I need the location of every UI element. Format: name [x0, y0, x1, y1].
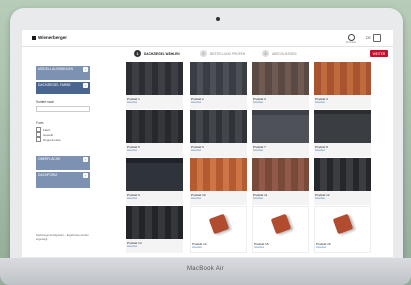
- product-image[interactable]: [253, 207, 310, 240]
- step-number: 3: [262, 50, 269, 57]
- filter-surface[interactable]: OBERFLÄCHE +: [36, 156, 90, 170]
- product-link[interactable]: Ansehen: [253, 101, 263, 104]
- logo[interactable]: Wienerberger: [32, 35, 67, 40]
- product-image[interactable]: [190, 158, 247, 191]
- product-link[interactable]: Ansehen: [316, 246, 326, 249]
- filter-sidebar: MODELL AUSWÄHLEN + DACHZIEGEL FARBE + So…: [36, 66, 94, 256]
- tile-image: [332, 213, 354, 235]
- product-link[interactable]: Ansehen: [127, 245, 137, 248]
- filter-model[interactable]: MODELL AUSWÄHLEN +: [36, 66, 90, 80]
- filter-color[interactable]: DACHZIEGEL FARBE +: [36, 82, 90, 94]
- step-review-order[interactable]: 2 BESTELLUNG PRÜFEN: [200, 49, 245, 58]
- product-card[interactable]: Produkt 11 Ansehen: [252, 158, 309, 205]
- product-link[interactable]: Ansehen: [127, 197, 137, 200]
- sort-select[interactable]: [36, 106, 90, 112]
- tile-image: [208, 213, 230, 235]
- step-label: BESTELLUNG PRÜFEN: [210, 51, 246, 56]
- product-image[interactable]: [190, 110, 247, 143]
- product-card[interactable]: Produkt 12 Ansehen: [314, 158, 371, 205]
- checkbox-icon: [36, 137, 41, 142]
- shape-label: Form: [36, 121, 44, 125]
- product-image[interactable]: [190, 62, 247, 95]
- sort-label: Sortiert nach: [36, 100, 55, 104]
- filter-label: MODELL AUSWÄHLEN: [38, 67, 74, 71]
- language-switch[interactable]: DE: [366, 36, 371, 40]
- checkbox-label: Flach: [43, 127, 51, 132]
- laptop-brand: MacBook Air: [187, 266, 224, 272]
- plus-icon: +: [83, 83, 88, 88]
- product-card[interactable]: Produkt 9 Ansehen: [126, 158, 183, 205]
- product-link[interactable]: Ansehen: [192, 246, 202, 249]
- product-image[interactable]: [252, 110, 309, 143]
- logo-text: Wienerberger: [38, 35, 67, 40]
- product-card[interactable]: Produkt 2 Ansehen: [190, 62, 247, 109]
- product-card[interactable]: Produkt 1 Ansehen: [126, 62, 183, 109]
- product-image[interactable]: [126, 206, 183, 239]
- product-image[interactable]: [314, 62, 371, 95]
- product-image[interactable]: [126, 110, 183, 143]
- filter-label: DACHFORM: [38, 173, 58, 177]
- plus-icon: +: [83, 157, 88, 162]
- product-image[interactable]: [126, 62, 183, 95]
- shape-checkbox[interactable]: Doppelmulde: [36, 137, 61, 142]
- product-card[interactable]: Produkt 8 Ansehen: [314, 110, 371, 157]
- account-label: Ihr Konto: [345, 41, 357, 44]
- logo-icon: [32, 35, 36, 40]
- filter-roof-shape[interactable]: DACHFORM +: [36, 172, 90, 188]
- product-link[interactable]: Ansehen: [253, 197, 263, 200]
- cart-icon[interactable]: [373, 34, 381, 42]
- product-link[interactable]: Ansehen: [315, 149, 325, 152]
- product-card[interactable]: Produkt 3 Ansehen: [252, 62, 309, 109]
- camera-icon: [216, 17, 220, 21]
- product-link[interactable]: Ansehen: [127, 101, 137, 104]
- browser-screen: Wienerberger Ihr Konto DE 1 DACHZIEGEL W…: [22, 30, 393, 257]
- product-card[interactable]: Produkt 16 Ansehen: [314, 206, 371, 253]
- product-card[interactable]: Produkt 7 Ansehen: [252, 110, 309, 157]
- step-number: 2: [200, 50, 207, 57]
- step-finish[interactable]: 3 ABSCHLIESSEN: [262, 49, 296, 58]
- product-image[interactable]: [314, 110, 371, 143]
- product-link[interactable]: Ansehen: [315, 197, 325, 200]
- product-image[interactable]: [126, 158, 183, 191]
- product-link[interactable]: Ansehen: [127, 149, 137, 152]
- product-link[interactable]: Ansehen: [191, 149, 201, 152]
- next-button[interactable]: WEITER: [370, 50, 388, 57]
- product-card[interactable]: Produkt 13 Ansehen: [126, 206, 183, 253]
- account-button[interactable]: Ihr Konto: [344, 34, 358, 44]
- product-card[interactable]: Produkt 5 Ansehen: [126, 110, 183, 157]
- filter-label: OBERFLÄCHE: [38, 157, 61, 161]
- plus-icon: +: [83, 67, 88, 72]
- user-icon: [347, 34, 355, 41]
- sidebar-note: Dachziegel-Konfigurator – Ergebnisse wer…: [36, 234, 89, 241]
- product-card[interactable]: Produkt 4 Ansehen: [314, 62, 371, 109]
- step-label: DACHZIEGEL WÄHLEN: [144, 51, 180, 56]
- step-label: ABSCHLIESSEN: [272, 51, 297, 56]
- plus-icon: +: [83, 173, 88, 178]
- step-number: 1: [134, 50, 141, 57]
- checkbox-label: Gewellt: [43, 132, 54, 137]
- product-card[interactable]: Produkt 15 Ansehen: [252, 206, 309, 253]
- product-card[interactable]: Produkt 6 Ansehen: [190, 110, 247, 157]
- tile-image: [270, 213, 292, 235]
- product-link[interactable]: Ansehen: [254, 246, 264, 249]
- product-link[interactable]: Ansehen: [191, 197, 201, 200]
- product-card[interactable]: Produkt 14 Ansehen: [190, 206, 247, 253]
- step-select-tiles[interactable]: 1 DACHZIEGEL WÄHLEN: [134, 49, 180, 58]
- product-link[interactable]: Ansehen: [315, 101, 325, 104]
- checkbox-label: Doppelmulde: [43, 137, 61, 142]
- product-link[interactable]: Ansehen: [191, 101, 201, 104]
- product-image[interactable]: [315, 207, 372, 240]
- product-image[interactable]: [191, 207, 248, 240]
- product-link[interactable]: Ansehen: [253, 149, 263, 152]
- product-image[interactable]: [314, 158, 371, 191]
- app-header: Wienerberger Ihr Konto DE: [22, 30, 393, 47]
- filter-label: DACHZIEGEL FARBE: [38, 83, 71, 87]
- product-card[interactable]: Produkt 10 Ansehen: [190, 158, 247, 205]
- product-image[interactable]: [252, 158, 309, 191]
- product-image[interactable]: [252, 62, 309, 95]
